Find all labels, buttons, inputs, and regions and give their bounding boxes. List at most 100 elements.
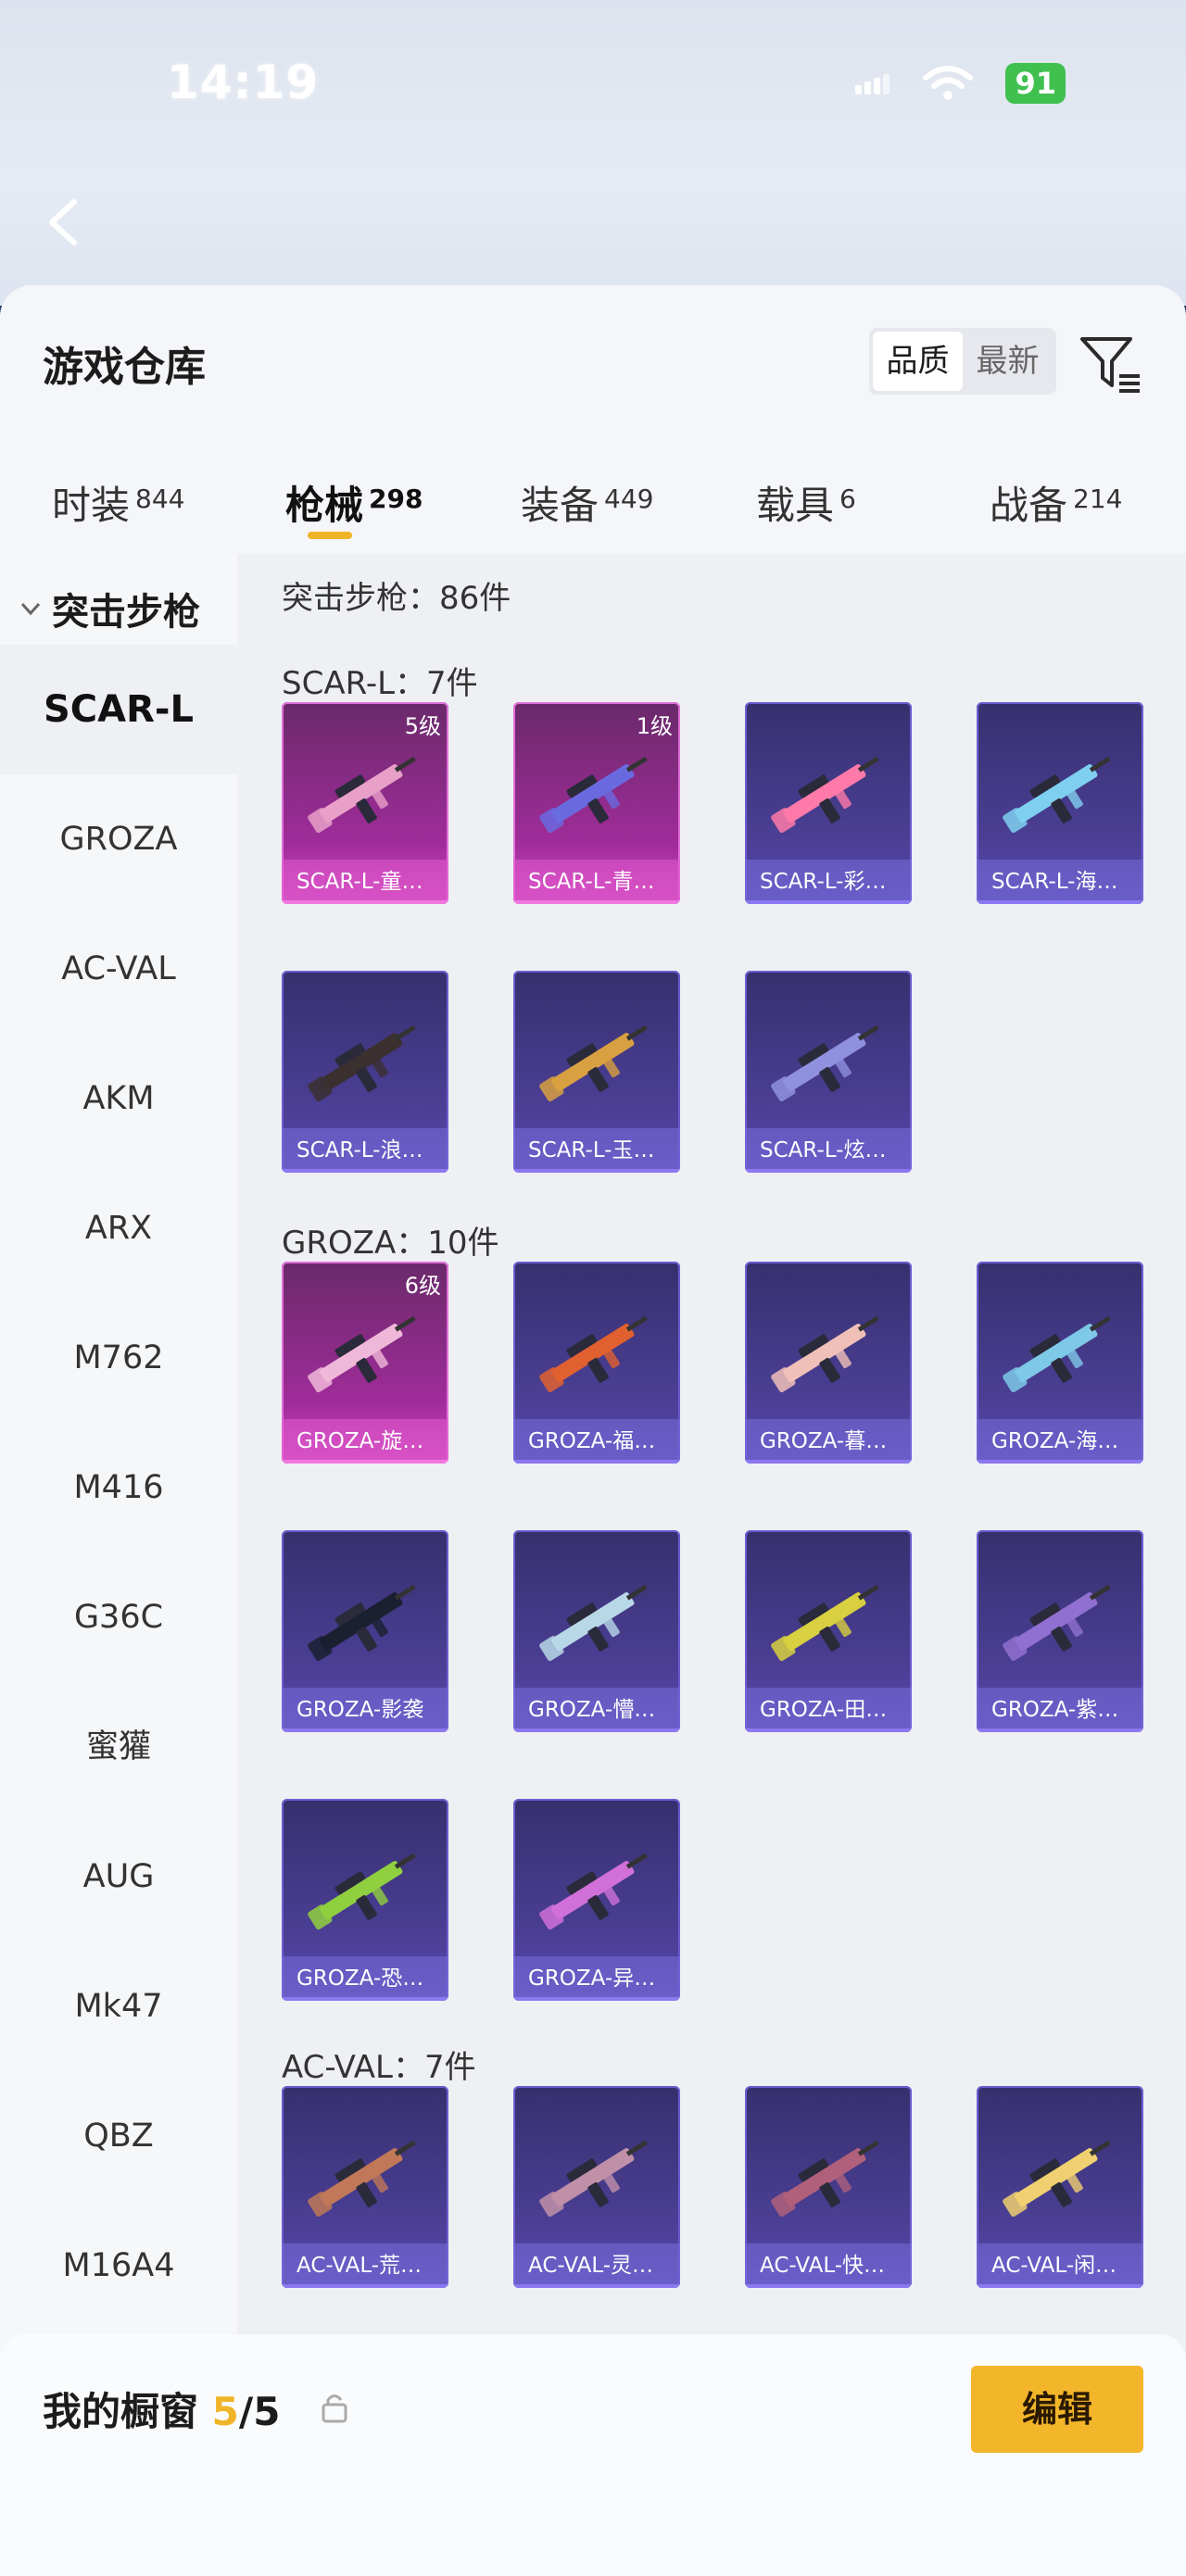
weapon-skin-card[interactable]: SCAR-L-浪…: [282, 971, 448, 1173]
weapon-skin-card[interactable]: 6级 GROZA-旋…: [282, 1262, 448, 1464]
skin-name: GROZA-异…: [513, 1956, 680, 2001]
skin-name: SCAR-L-浪…: [282, 1128, 448, 1173]
weapon-sidebar: 突击步枪 SCAR-L GROZA AC-VAL AKM ARX M762 M416 G36C…: [0, 554, 237, 2576]
rifle-icon: [308, 1853, 416, 1930]
rifle-icon: [1003, 1584, 1111, 1662]
skin-name: SCAR-L-青…: [513, 860, 680, 904]
tab-vehicles[interactable]: 载具 6: [756, 474, 856, 531]
sidebar-category-label: 突击步枪: [52, 591, 200, 634]
active-tab-indicator: [308, 532, 352, 539]
rifle-icon: [539, 2140, 648, 2218]
weapon-skin-card[interactable]: AC-VAL-闲…: [977, 2086, 1143, 2288]
skin-name: GROZA-旋…: [282, 1419, 448, 1464]
weapon-skin-card[interactable]: 1级 SCAR-L-青…: [513, 702, 680, 904]
sidebar-item-groza[interactable]: GROZA: [0, 774, 237, 904]
weapon-skin-card[interactable]: SCAR-L-海…: [977, 702, 1143, 904]
skin-name: GROZA-海…: [977, 1419, 1143, 1464]
weapon-skin-card[interactable]: SCAR-L-彩…: [745, 702, 912, 904]
sidebar-item-scar-l[interactable]: SCAR-L: [0, 645, 237, 774]
rifle-icon: [539, 756, 648, 834]
blurred-app-header: 14:19 91: [0, 0, 1186, 306]
weapon-skin-card[interactable]: GROZA-海…: [977, 1262, 1143, 1464]
weapon-skin-card[interactable]: GROZA-紫…: [977, 1530, 1143, 1732]
skin-name: GROZA-紫…: [977, 1688, 1143, 1732]
group-title: GROZA：10件: [282, 1225, 499, 1262]
rifle-icon: [771, 2140, 879, 2218]
rifle-icon: [308, 756, 416, 834]
rifle-icon: [308, 1024, 416, 1102]
weapon-skin-card[interactable]: 5级 SCAR-L-童…: [282, 702, 448, 904]
rifle-icon: [1003, 2140, 1111, 2218]
edit-button[interactable]: 编辑: [971, 2366, 1143, 2453]
sort-option-quality[interactable]: 品质: [873, 332, 963, 391]
skin-name: GROZA-影袭: [282, 1688, 448, 1732]
skin-name: SCAR-L-海…: [977, 860, 1143, 904]
rifle-icon: [771, 1584, 879, 1662]
sidebar-item-m416[interactable]: M416: [0, 1423, 237, 1552]
tab-firearms[interactable]: 枪械 298: [285, 474, 423, 531]
sidebar-item-ac-val[interactable]: AC-VAL: [0, 904, 237, 1034]
weapon-skin-card[interactable]: GROZA-恐…: [282, 1799, 448, 2001]
weapon-skin-card[interactable]: GROZA-福…: [513, 1262, 680, 1464]
weapon-skin-card[interactable]: GROZA-异…: [513, 1799, 680, 2001]
skin-name: AC-VAL-荒…: [282, 2243, 448, 2288]
weapon-skin-card[interactable]: SCAR-L-玉…: [513, 971, 680, 1173]
tab-supplies[interactable]: 战备 214: [990, 474, 1122, 531]
status-time: 14:19: [167, 56, 320, 109]
sidebar-item-arx[interactable]: ARX: [0, 1163, 237, 1293]
sidebar-item-qbz[interactable]: QBZ: [0, 2071, 237, 2201]
skin-name: GROZA-懵…: [513, 1688, 680, 1732]
sort-option-newest[interactable]: 最新: [963, 332, 1053, 391]
skin-name: AC-VAL-闲…: [977, 2243, 1143, 2288]
status-icons: 91: [855, 63, 1066, 104]
tab-equipment[interactable]: 装备 449: [521, 474, 653, 531]
showcase-used-count: 5: [211, 2389, 239, 2434]
weapon-skin-card[interactable]: GROZA-暮…: [745, 1262, 912, 1464]
showcase-label: 我的橱窗 5/5: [43, 2389, 281, 2434]
rifle-icon: [771, 756, 879, 834]
group-title: SCAR-L：7件: [282, 665, 478, 702]
skin-name: SCAR-L-童…: [282, 860, 448, 904]
battery-indicator: 91: [1005, 63, 1066, 104]
weapon-skin-card[interactable]: AC-VAL-荒…: [282, 2086, 448, 2288]
tab-fashion[interactable]: 时装 844: [52, 474, 184, 531]
sidebar-item-mk47[interactable]: Mk47: [0, 1941, 237, 2071]
skin-name: AC-VAL-灵…: [513, 2243, 680, 2288]
lock-icon: [322, 2394, 347, 2423]
back-arrow-icon[interactable]: [37, 195, 93, 250]
rifle-icon: [539, 1315, 648, 1393]
chevron-down-icon: [20, 602, 41, 616]
rifle-icon: [539, 1584, 648, 1662]
showcase-bar: 我的橱窗 5/5 编辑: [0, 2334, 1186, 2576]
filter-icon[interactable]: [1079, 332, 1143, 396]
wifi-icon: [923, 66, 974, 100]
skin-name: AC-VAL-快…: [745, 2243, 912, 2288]
skin-name: GROZA-田…: [745, 1688, 912, 1732]
sidebar-item-akm[interactable]: AKM: [0, 1034, 237, 1163]
weapon-skin-card[interactable]: SCAR-L-炫…: [745, 971, 912, 1173]
rifle-icon: [1003, 756, 1111, 834]
total-count: 突击步枪：86件: [282, 580, 511, 617]
weapon-skin-card[interactable]: AC-VAL-灵…: [513, 2086, 680, 2288]
sidebar-item-g36c[interactable]: G36C: [0, 1552, 237, 1682]
group-title: AC-VAL：7件: [282, 2049, 476, 2086]
weapon-skin-card[interactable]: GROZA-影袭: [282, 1530, 448, 1732]
sidebar-item-m16a4[interactable]: M16A4: [0, 2201, 237, 2331]
rifle-icon: [539, 1024, 648, 1102]
rifle-icon: [771, 1315, 879, 1393]
sidebar-item-m762[interactable]: M762: [0, 1293, 237, 1423]
skin-name: GROZA-暮…: [745, 1419, 912, 1464]
weapon-skin-card[interactable]: GROZA-田…: [745, 1530, 912, 1732]
showcase-total-count: /5: [238, 2389, 281, 2434]
weapon-skin-card[interactable]: AC-VAL-快…: [745, 2086, 912, 2288]
sidebar-item-aug[interactable]: AUG: [0, 1812, 237, 1941]
sidebar-category-header[interactable]: 突击步枪: [19, 582, 200, 635]
weapon-skin-card[interactable]: GROZA-懵…: [513, 1530, 680, 1732]
skin-name: SCAR-L-炫…: [745, 1128, 912, 1173]
sidebar-item--[interactable]: 蜜獾: [0, 1682, 237, 1812]
signal-icon: [855, 72, 890, 94]
rifle-icon: [308, 1315, 416, 1393]
page-title: 游戏仓库: [43, 344, 206, 391]
rifle-icon: [539, 1853, 648, 1930]
sort-toggle: 品质 最新: [869, 328, 1056, 395]
